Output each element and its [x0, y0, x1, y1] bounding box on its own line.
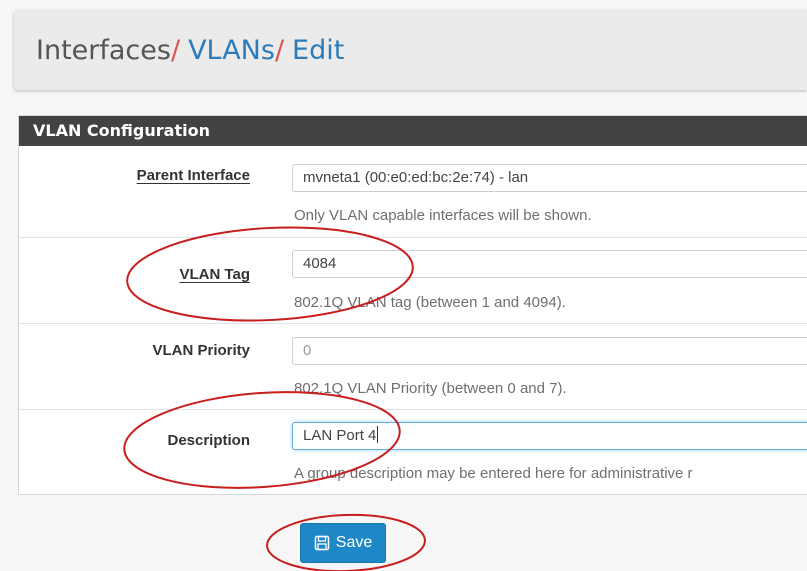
- text-cursor: [377, 426, 379, 443]
- vlan-tag-row: VLAN Tag 4084 802.1Q VLAN tag (between 1…: [19, 238, 807, 324]
- breadcrumb-interfaces: Interfaces: [36, 34, 171, 66]
- parent-interface-label: Parent Interface: [136, 167, 250, 184]
- breadcrumb: Interfaces / VLANs / Edit: [14, 10, 807, 90]
- description-input[interactable]: LAN Port 4: [292, 422, 807, 450]
- description-help: A group description may be entered here …: [294, 465, 693, 482]
- breadcrumb-separator: /: [170, 34, 181, 66]
- vlan-tag-label: VLAN Tag: [179, 266, 250, 283]
- vlan-tag-input[interactable]: 4084: [292, 250, 807, 278]
- save-button[interactable]: Save: [300, 523, 386, 563]
- panel-title: VLAN Configuration: [19, 116, 807, 146]
- save-button-label: Save: [335, 534, 373, 551]
- parent-interface-row: Parent Interface mvneta1 (00:e0:ed:bc:2e…: [19, 146, 807, 238]
- vlan-priority-label: VLAN Priority: [152, 342, 250, 359]
- breadcrumb-vlans-link[interactable]: VLANs: [188, 35, 275, 66]
- vlan-priority-row: VLAN Priority 0 802.1Q VLAN Priority (be…: [19, 324, 807, 410]
- description-label: Description: [167, 432, 250, 449]
- description-row: Description LAN Port 4 A group descripti…: [19, 410, 807, 494]
- breadcrumb-edit-link[interactable]: Edit: [292, 35, 344, 66]
- vlan-configuration-panel: VLAN Configuration Parent Interface mvne…: [18, 115, 807, 495]
- vlan-priority-help: 802.1Q VLAN Priority (between 0 and 7).: [294, 380, 567, 397]
- parent-interface-select[interactable]: mvneta1 (00:e0:ed:bc:2e:74) - lan: [292, 164, 807, 192]
- floppy-disk-icon: [314, 535, 330, 551]
- vlan-tag-help: 802.1Q VLAN tag (between 1 and 4094).: [294, 294, 566, 311]
- parent-interface-help: Only VLAN capable interfaces will be sho…: [294, 207, 592, 224]
- description-input-value: LAN Port 4: [303, 427, 377, 444]
- breadcrumb-separator: /: [274, 34, 285, 66]
- vlan-priority-input[interactable]: 0: [292, 337, 807, 365]
